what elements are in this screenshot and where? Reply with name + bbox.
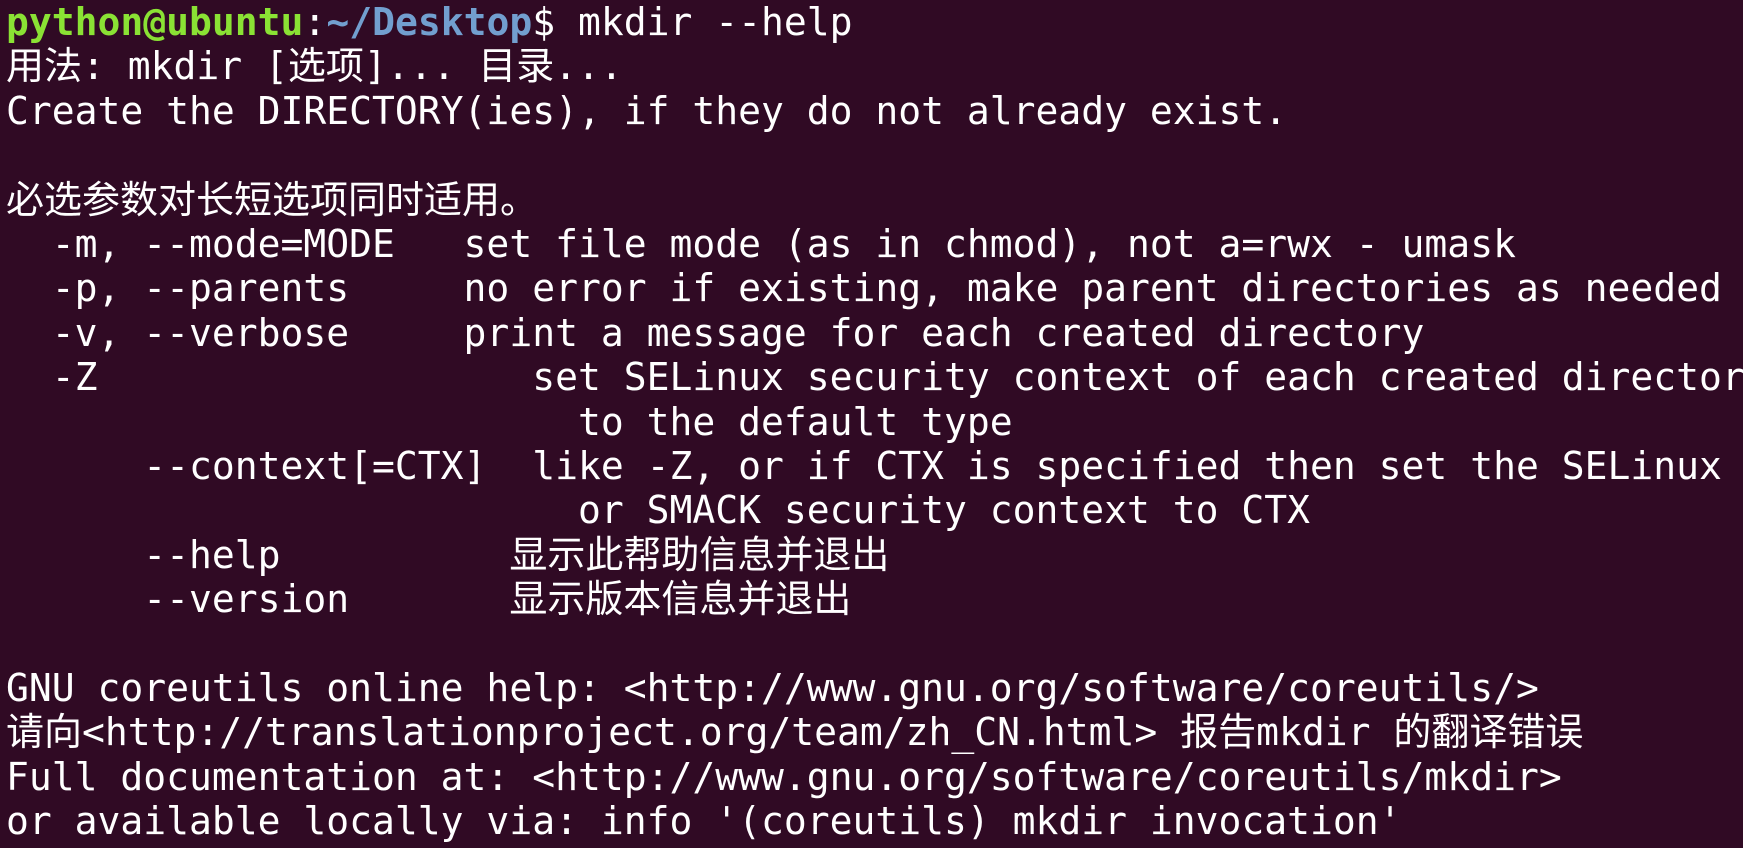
description-line: Create the DIRECTORY(ies), if they do no… bbox=[6, 88, 1288, 133]
terminal-window[interactable]: python@ubuntu:~/Desktop$ mkdir --help 用法… bbox=[0, 0, 1743, 848]
option-parents-line: -p, --parents no error if existing, make… bbox=[6, 266, 1722, 311]
option-verbose-line: -v, --verbose print a message for each c… bbox=[6, 310, 1425, 355]
footer-online-help-line: GNU coreutils online help: <http://www.g… bbox=[6, 665, 1539, 710]
usage-line: 用法: mkdir [选项]... 目录... bbox=[6, 44, 623, 89]
option-context-continuation-line: or SMACK security context to CTX bbox=[6, 488, 1311, 533]
footer-info-line: or available locally via: info '(coreuti… bbox=[6, 799, 1402, 844]
option-context-line: --context[=CTX] like -Z, or if CTX is sp… bbox=[6, 443, 1722, 488]
prompt-path: ~/Desktop bbox=[326, 0, 533, 44]
option-help-line: --help 显示此帮助信息并退出 bbox=[6, 532, 890, 577]
option-version-line: --version 显示版本信息并退出 bbox=[6, 577, 852, 622]
prompt-colon: : bbox=[303, 0, 327, 44]
prompt-line: python@ubuntu:~/Desktop$ mkdir --help bbox=[6, 0, 1743, 44]
prompt-dollar: $ bbox=[532, 0, 578, 44]
mandatory-note-line: 必选参数对长短选项同时适用。 bbox=[6, 177, 539, 222]
option-mode-line: -m, --mode=MODE set file mode (as in chm… bbox=[6, 221, 1516, 266]
prompt-user-host: python@ubuntu bbox=[6, 0, 304, 44]
option-z-continuation-line: to the default type bbox=[6, 399, 1013, 444]
command-text: mkdir --help bbox=[577, 0, 853, 44]
option-z-line: -Z set SELinux security context of each … bbox=[6, 355, 1743, 400]
footer-translation-line: 请向<http://translationproject.org/team/zh… bbox=[6, 710, 1584, 755]
footer-documentation-line: Full documentation at: <http://www.gnu.o… bbox=[6, 754, 1562, 799]
